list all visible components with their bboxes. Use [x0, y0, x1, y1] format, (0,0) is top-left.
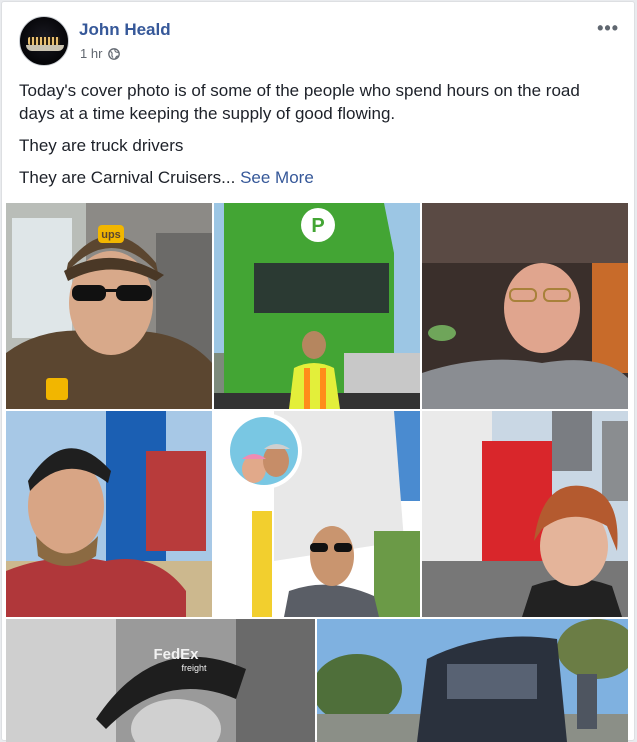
photo-2[interactable]: P — [214, 203, 420, 409]
post-paragraph-1: Today's cover photo is of some of the pe… — [19, 81, 580, 123]
photo-5[interactable] — [214, 411, 420, 617]
post-meta: 1 hr · — [80, 46, 121, 61]
photo-2-image: P — [214, 203, 420, 409]
post-paragraph-3: They are Carnival Cruisers... See More — [19, 166, 619, 189]
post-paragraph-2: They are truck drivers — [19, 136, 184, 155]
post-paragraph-3-text: They are Carnival Cruisers... — [19, 168, 236, 187]
photo-4-image — [6, 411, 212, 617]
photo-5-image — [214, 411, 420, 617]
photo-3[interactable] — [422, 203, 628, 409]
cruise-ship-lights — [28, 37, 60, 45]
photo-7-image: FedEx freight — [6, 619, 315, 742]
truck-logo-text: P — [311, 215, 324, 237]
photo-3-image — [422, 203, 628, 409]
avatar[interactable] — [19, 16, 69, 66]
photo-1[interactable]: ups — [6, 203, 212, 409]
fedex-cap-text: FedEx — [153, 646, 199, 663]
author-name[interactable]: John Heald — [79, 20, 171, 40]
photo-6-image — [422, 411, 628, 617]
globe-icon[interactable] — [108, 47, 121, 60]
photo-1-image: ups — [6, 203, 212, 409]
post-text: Today's cover photo is of some of the pe… — [19, 79, 619, 198]
photo-6[interactable] — [422, 411, 628, 617]
see-more-link[interactable]: See More — [240, 168, 314, 187]
post-card: John Heald 1 hr · ••• Today's cover phot… — [1, 1, 635, 742]
cruise-ship-hull — [26, 45, 64, 51]
post-time[interactable]: 1 hr — [80, 46, 102, 61]
post-header: John Heald 1 hr · ••• — [19, 16, 619, 66]
photo-8-image — [317, 619, 628, 742]
fedex-cap-subtext: freight — [181, 663, 207, 673]
photo-4[interactable] — [6, 411, 212, 617]
ups-logo-text: ups — [101, 229, 121, 241]
more-options-icon[interactable]: ••• — [597, 18, 619, 39]
photo-8[interactable] — [317, 619, 628, 742]
photo-7[interactable]: FedEx freight — [6, 619, 315, 742]
